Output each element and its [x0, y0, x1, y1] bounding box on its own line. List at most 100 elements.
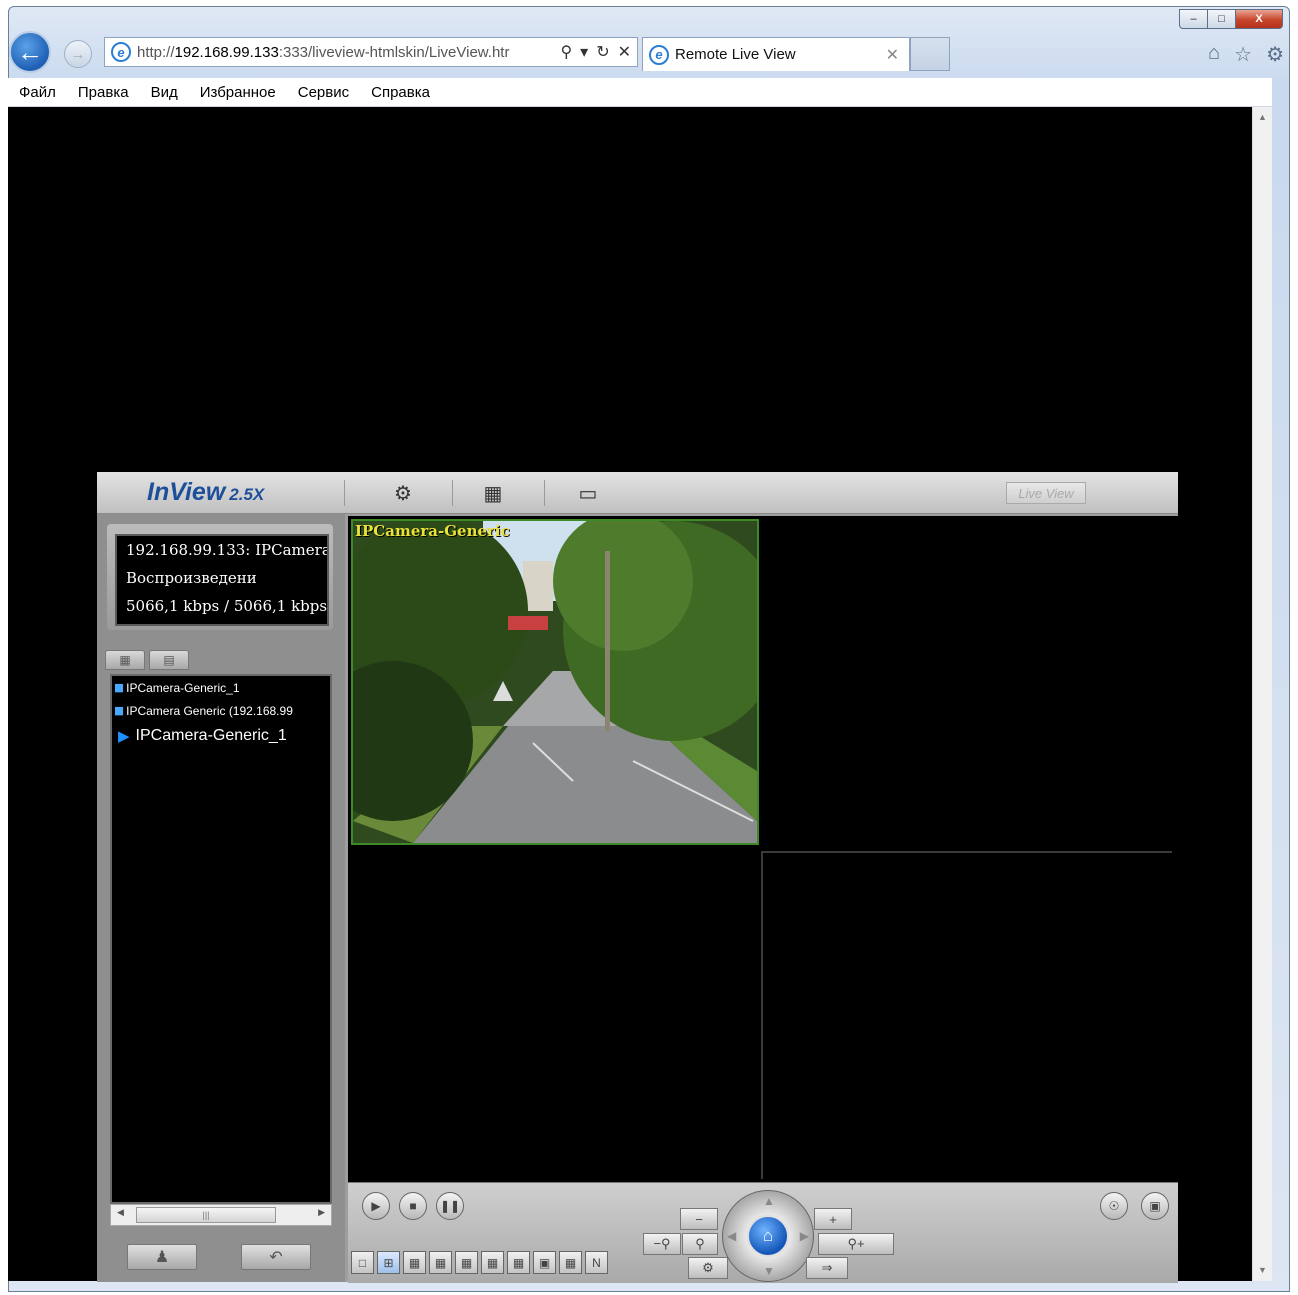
layout-1x1-icon[interactable]: □: [351, 1251, 374, 1274]
toolbar-divider: [344, 480, 345, 506]
menu-help[interactable]: Справка: [360, 84, 441, 101]
tree-item-label: IPCamera-Generic_1: [126, 680, 240, 695]
back-button[interactable]: ←: [9, 31, 51, 73]
url-host: 192.168.99.133: [174, 43, 279, 61]
control-panel: ▶ ■ ❚❚ □ ⊞ ▦ ▦ ▦ ▦ ▦ ▣ ▦ N − −⚲ ⚲ ⚙ ▲ ▼: [348, 1182, 1178, 1283]
tree-scrollbar[interactable]: ◀ ||| ▶: [110, 1204, 332, 1226]
dropdown-icon[interactable]: ▾: [580, 42, 588, 62]
snapshot-button[interactable]: ☉: [1100, 1192, 1128, 1220]
layout-1plus3-icon[interactable]: ▦: [403, 1251, 426, 1274]
status-display: 192.168.99.133: IPCamera Воспроизведени …: [115, 534, 329, 626]
zoom-out-button[interactable]: −⚲: [643, 1233, 681, 1255]
user-button[interactable]: ♟: [127, 1244, 197, 1270]
forward-arrow-icon: →: [70, 45, 86, 63]
ptz-down-icon[interactable]: ▼: [763, 1264, 775, 1278]
toolbar-divider: [452, 480, 453, 506]
play-icon: ▶: [371, 1199, 381, 1213]
undo-button[interactable]: ↶: [241, 1244, 311, 1270]
tab-title: Remote Live View: [675, 46, 796, 63]
menu-favorites[interactable]: Избранное: [189, 84, 287, 101]
zoom-plus-button[interactable]: +: [814, 1208, 852, 1230]
live-view-button[interactable]: Live View: [1006, 482, 1086, 504]
stop-icon[interactable]: ✕: [618, 42, 631, 62]
ptz-joystick[interactable]: ▲ ▼ ◀ ▶ ⌂: [722, 1190, 814, 1282]
address-tools: ⚲ ▾ ↻ ✕: [560, 42, 637, 62]
scroll-up-arrow-icon[interactable]: ▲: [1253, 109, 1272, 126]
layout-n-icon[interactable]: N: [585, 1251, 608, 1274]
tab-devices-icon[interactable]: ▤: [149, 650, 189, 670]
layout-1plus7-icon[interactable]: ▦: [507, 1251, 530, 1274]
stop-button[interactable]: ■: [399, 1192, 427, 1220]
undo-icon: ↶: [269, 1249, 283, 1266]
zoom-button[interactable]: ⚲: [682, 1233, 718, 1255]
zoom-minus-button[interactable]: −: [680, 1208, 718, 1230]
settings-button[interactable]: ⚙: [688, 1257, 728, 1279]
new-tab-button[interactable]: [910, 37, 950, 71]
inview-logo: InView 2.5X: [147, 478, 264, 507]
tree-item[interactable]: ▮▮ IPCamera-Generic_1: [112, 676, 330, 699]
tree-item[interactable]: ▮▮ IPCamera Generic (192.168.99: [112, 699, 330, 722]
favorites-star-icon[interactable]: ☆: [1234, 42, 1252, 67]
scroll-thumb[interactable]: |||: [136, 1207, 276, 1223]
home-icon[interactable]: ⌂: [1208, 42, 1220, 67]
stop-icon: ■: [409, 1199, 417, 1213]
scroll-left-arrow-icon[interactable]: ◀: [117, 1207, 124, 1218]
left-panel: 192.168.99.133: IPCamera Воспроизведени …: [97, 514, 345, 1282]
camera-name-overlay: IPCamera-Generic: [355, 522, 510, 540]
maximize-button[interactable]: □: [1207, 9, 1236, 29]
settings-icon: ⚙: [702, 1260, 714, 1275]
menu-file[interactable]: Файл: [8, 84, 67, 101]
status-line-state: Воспроизведени: [126, 569, 257, 587]
layout-center-icon[interactable]: ▣: [533, 1251, 556, 1274]
layout-4x4-icon[interactable]: ▦: [481, 1251, 504, 1274]
video-grid: IPCamera-Generic: [348, 516, 1178, 1182]
zoom-in-button[interactable]: ⚲+: [818, 1233, 894, 1255]
camera-group-icon: ▮▮: [114, 705, 124, 717]
home-icon: ⌂: [762, 1226, 774, 1245]
ptz-up-icon[interactable]: ▲: [763, 1194, 775, 1208]
menu-view[interactable]: Вид: [140, 84, 189, 101]
ptz-left-icon[interactable]: ◀: [727, 1229, 736, 1243]
tab-map-icon[interactable]: ▦: [105, 650, 145, 670]
address-bar[interactable]: e http://192.168.99.133:333/liveview-htm…: [104, 37, 638, 67]
forward-button[interactable]: →: [64, 40, 92, 68]
ptz-right-icon[interactable]: ▶: [800, 1229, 809, 1243]
close-button[interactable]: X: [1235, 9, 1283, 29]
layout-3x3-icon[interactable]: ▦: [429, 1251, 452, 1274]
browser-tab[interactable]: e Remote Live View ✕: [642, 37, 910, 71]
browser-right-tools: ⌂ ☆ ⚙: [1208, 42, 1284, 67]
fullscreen-button[interactable]: ▣: [1141, 1192, 1169, 1220]
pause-button[interactable]: ❚❚: [436, 1192, 464, 1220]
scroll-down-arrow-icon[interactable]: ▼: [1253, 1262, 1272, 1279]
zoom-icon: ⚲: [695, 1236, 705, 1251]
layout-selector: □ ⊞ ▦ ▦ ▦ ▦ ▦ ▣ ▦ N: [351, 1251, 608, 1274]
grid-divider: [761, 851, 763, 1179]
refresh-icon[interactable]: ↻: [596, 42, 609, 62]
layout-2x2-icon[interactable]: ⊞: [377, 1251, 400, 1274]
play-button[interactable]: ▶: [362, 1192, 390, 1220]
tree-item[interactable]: ▶ IPCamera-Generic_1: [112, 722, 330, 750]
film-reel-icon[interactable]: ⚙: [387, 480, 419, 506]
ptz-home-button[interactable]: ⌂: [747, 1215, 789, 1257]
status-frame: 192.168.99.133: IPCamera Воспроизведени …: [107, 524, 333, 630]
logo-version: 2.5X: [229, 485, 265, 504]
inview-app: InView 2.5X ⚙ ▦ ▭ Live View 192.168.99.13…: [97, 472, 1178, 1283]
zoom-out-icon: −⚲: [653, 1236, 671, 1251]
layout-5x5-icon[interactable]: ▦: [559, 1251, 582, 1274]
camera-folder-icon[interactable]: ▦: [477, 480, 509, 506]
monitor-icon[interactable]: ▭: [572, 480, 604, 506]
minimize-button[interactable]: –: [1179, 9, 1208, 29]
search-icon[interactable]: ⚲: [560, 42, 572, 62]
status-line-camera: 192.168.99.133: IPCamera: [126, 541, 329, 559]
tab-close-icon[interactable]: ✕: [886, 45, 899, 65]
gear-icon[interactable]: ⚙: [1266, 42, 1284, 67]
preset-button[interactable]: ⇒: [806, 1257, 848, 1279]
page-scrollbar[interactable]: ▲ ▼: [1252, 107, 1272, 1281]
url-text[interactable]: http://192.168.99.133:333/liveview-htmls…: [137, 44, 560, 61]
menu-edit[interactable]: Правка: [67, 84, 140, 101]
fullscreen-icon: ▣: [1149, 1199, 1161, 1213]
menu-tools[interactable]: Сервис: [287, 84, 360, 101]
camera-view-1[interactable]: IPCamera-Generic: [351, 519, 759, 845]
scroll-right-arrow-icon[interactable]: ▶: [318, 1207, 325, 1218]
layout-1plus5-icon[interactable]: ▦: [455, 1251, 478, 1274]
